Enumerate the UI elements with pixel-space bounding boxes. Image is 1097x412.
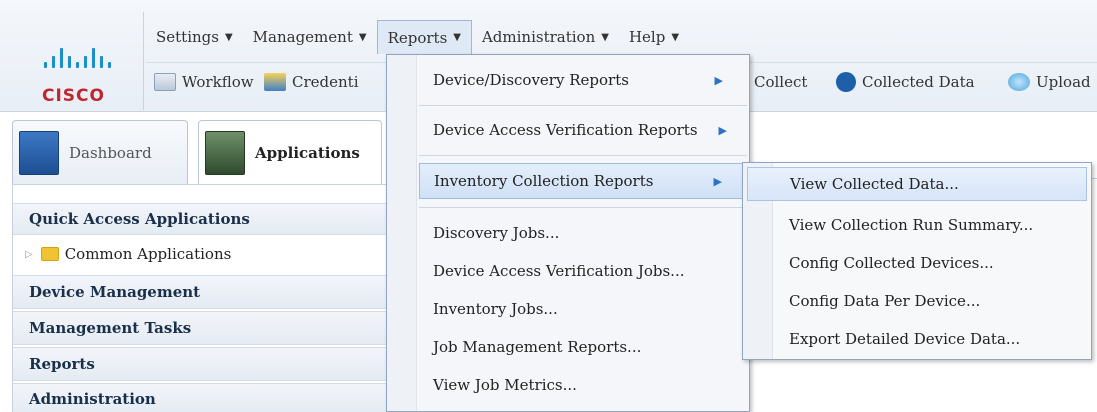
menu-item-label: Export Detailed Device Data... [789, 330, 1021, 348]
menu-help-label: Help [628, 28, 666, 46]
credentials-label: Credenti [292, 73, 359, 91]
credentials-icon [264, 73, 286, 91]
section-management-tasks-label: Management Tasks [29, 319, 192, 337]
chevron-down-icon: ▼ [453, 32, 461, 43]
main-menubar: Settings ▼ Management ▼ Reports ▼ Admini… [146, 20, 689, 54]
tab-dashboard[interactable]: Dashboard [12, 120, 188, 184]
menu-gutter [387, 55, 417, 411]
menu-settings-label: Settings [156, 28, 219, 46]
menu-settings[interactable]: Settings ▼ [146, 20, 243, 54]
folder-icon [40, 247, 59, 261]
collect-label: Collect [754, 73, 808, 91]
section-reports-label: Reports [29, 355, 95, 373]
reports-dropdown-menu: Device/Discovery Reports ▶ Device Access… [386, 54, 750, 412]
menu-item-inventory-jobs[interactable]: Inventory Jobs... [419, 291, 747, 327]
menu-item-label: View Collection Run Summary... [789, 216, 1034, 234]
section-quick-access-label: Quick Access Applications [29, 210, 250, 228]
menu-management[interactable]: Management ▼ [243, 20, 377, 54]
tab-applications-label: Applications [255, 143, 360, 162]
cisco-bars-icon [44, 46, 114, 68]
menu-management-label: Management [252, 28, 353, 46]
tree-item-common-applications[interactable]: ▷ Common Applications [13, 237, 391, 271]
menu-item-device-access-verification-reports[interactable]: Device Access Verification Reports ▶ [419, 113, 747, 147]
upload-button[interactable]: Upload [1008, 70, 1091, 94]
submenu-arrow-icon: ▶ [713, 174, 722, 188]
section-management-tasks[interactable]: Management Tasks [13, 311, 391, 345]
menu-item-label: Config Collected Devices... [789, 254, 994, 272]
chevron-down-icon: ▼ [671, 31, 680, 43]
menu-reports-label: Reports [387, 28, 448, 47]
workflow-button[interactable]: Workflow [154, 70, 254, 94]
menu-item-export-detailed-device-data[interactable]: Export Detailed Device Data... [747, 321, 1087, 357]
menu-item-label: Inventory Collection Reports [434, 172, 654, 190]
menu-item-label: Discovery Jobs... [433, 224, 560, 242]
workflow-label: Workflow [182, 73, 254, 91]
menu-item-inventory-collection-reports[interactable]: Inventory Collection Reports ▶ [419, 163, 747, 199]
menu-item-config-data-per-device[interactable]: Config Data Per Device... [747, 283, 1087, 319]
cisco-logo-text: CISCO [42, 86, 105, 106]
cisco-logo[interactable]: CISCO [12, 12, 144, 110]
menu-item-label: View Collected Data... [790, 175, 959, 193]
app-tabs: Dashboard Applications [12, 112, 392, 184]
dashboard-icon [19, 130, 59, 175]
menu-administration-label: Administration [481, 28, 596, 46]
section-reports[interactable]: Reports [13, 347, 391, 381]
menu-reports[interactable]: Reports ▼ [376, 20, 472, 54]
menu-item-device-access-verification-jobs[interactable]: Device Access Verification Jobs... [419, 253, 747, 289]
menu-separator [419, 155, 747, 156]
section-administration-label: Administration [29, 390, 156, 408]
menu-administration[interactable]: Administration ▼ [472, 20, 619, 54]
menu-item-label: Inventory Jobs... [433, 300, 558, 318]
tree-item-label: Common Applications [64, 245, 232, 263]
collect-button[interactable]: Collect [754, 70, 807, 94]
chevron-down-icon: ▼ [601, 31, 609, 43]
chevron-down-icon: ▼ [224, 31, 233, 43]
workflow-icon [154, 73, 176, 91]
menu-item-label: Config Data Per Device... [789, 292, 981, 310]
menu-item-view-job-metrics[interactable]: View Job Metrics... [419, 367, 747, 403]
section-device-management-label: Device Management [29, 283, 201, 301]
credentials-button[interactable]: Credenti [264, 70, 359, 94]
menu-item-view-collection-run-summary[interactable]: View Collection Run Summary... [747, 207, 1087, 243]
upload-cloud-icon [1008, 73, 1030, 91]
menu-item-view-collected-data[interactable]: View Collected Data... [747, 167, 1087, 201]
menu-separator [419, 207, 747, 208]
menu-item-label: Device Access Verification Reports [433, 121, 698, 139]
section-quick-access[interactable]: Quick Access Applications [13, 203, 391, 235]
collected-data-button[interactable]: Collected Data [836, 70, 975, 94]
submenu-arrow-icon: ▶ [714, 73, 723, 87]
menu-item-label: Device/Discovery Reports [433, 71, 629, 89]
chevron-down-icon: ▼ [358, 31, 367, 43]
menu-item-label: Device Access Verification Jobs... [433, 262, 685, 280]
section-administration[interactable]: Administration [13, 383, 391, 412]
menu-item-job-management-reports[interactable]: Job Management Reports... [419, 329, 747, 365]
collected-data-icon [836, 72, 856, 92]
menu-item-label: View Job Metrics... [433, 376, 577, 394]
applications-icon [205, 130, 245, 175]
applications-panel: Quick Access Applications ▷ Common Appli… [12, 184, 392, 412]
collected-data-label: Collected Data [862, 73, 975, 91]
section-device-management[interactable]: Device Management [13, 275, 391, 309]
menu-item-label: Job Management Reports... [433, 338, 642, 356]
tab-dashboard-label: Dashboard [69, 143, 152, 162]
menu-separator [419, 105, 747, 106]
menu-help[interactable]: Help ▼ [619, 20, 689, 54]
submenu-arrow-icon: ▶ [718, 123, 727, 137]
upload-label: Upload [1036, 73, 1091, 91]
menu-item-discovery-jobs[interactable]: Discovery Jobs... [419, 215, 747, 251]
expand-triangle-icon[interactable]: ▷ [25, 249, 33, 260]
menu-item-device-discovery-reports[interactable]: Device/Discovery Reports ▶ [419, 63, 747, 97]
menu-item-config-collected-devices[interactable]: Config Collected Devices... [747, 245, 1087, 281]
inventory-collection-submenu: View Collected Data... View Collection R… [742, 162, 1092, 360]
tab-applications[interactable]: Applications [198, 120, 382, 184]
